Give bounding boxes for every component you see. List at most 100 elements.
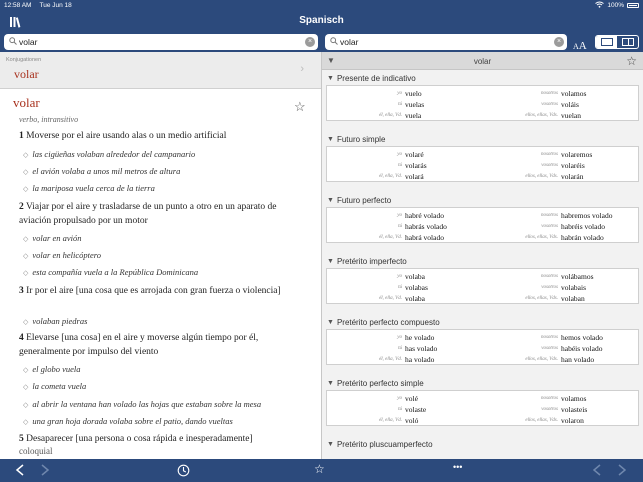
verb-form: han volado — [561, 355, 595, 364]
conjugation-header[interactable]: ▼ volar ☆ — [322, 52, 643, 70]
collapse-triangle-icon[interactable]: ▼ — [327, 319, 334, 326]
view-mode-toggle[interactable] — [595, 35, 639, 49]
tense-header[interactable]: ▼ Pretérito perfecto compuesto — [327, 316, 440, 328]
tense-header[interactable]: ▼ Pretérito pluscuamperfecto — [327, 438, 433, 450]
pronoun: nosotros — [540, 274, 558, 279]
conjugation-pane: ▼ volar ☆ ▼ Presente de indicativo yo vuelo… — [322, 52, 643, 459]
collapse-triangle-icon[interactable]: ▼ — [327, 380, 334, 387]
pronoun: nosotros — [540, 152, 558, 157]
search-row: × × AA — [0, 32, 643, 52]
sense: 2 Viajar por el aire y trasladarse de un… — [19, 202, 277, 226]
conjugation-form: él, ella, Vd. vuela — [322, 110, 421, 121]
conjugation-form: tú volarás — [322, 160, 427, 171]
search-input-left[interactable] — [19, 37, 305, 47]
conjugation-form: yo he volado — [322, 332, 434, 343]
single-pane-icon[interactable] — [596, 36, 617, 48]
favorite-star-icon[interactable]: ☆ — [294, 99, 306, 115]
verb-form: vuela — [405, 111, 422, 120]
tense-header[interactable]: ▼ Pretérito imperfecto — [327, 255, 407, 267]
conjugation-form: tú vuelas — [322, 99, 424, 110]
search-input-right[interactable] — [340, 37, 554, 47]
collapse-triangle-icon[interactable]: ▼ — [327, 258, 334, 265]
pronoun: tú — [398, 407, 402, 412]
search-field-left[interactable]: × — [4, 34, 318, 50]
verb-form: habrá volado — [405, 233, 444, 242]
verb-form: volábamos — [561, 272, 594, 281]
clear-search-left-icon[interactable]: × — [305, 37, 315, 47]
conjugation-form: vosotros habréis volado — [472, 221, 605, 232]
verb-form: volaron — [561, 416, 584, 425]
tense-name: Pretérito imperfecto — [336, 256, 407, 266]
conjugation-form: él, ella, Vd. habrá volado — [322, 232, 444, 243]
prev-arrow-icon[interactable] — [592, 464, 602, 479]
pronoun: ellos, ellas, Vds. — [525, 296, 558, 301]
conjugation-form: él, ella, Vd. volará — [322, 171, 424, 182]
conjugation-form: ellos, ellas, Vds. han volado — [472, 354, 594, 365]
favorite-star-icon[interactable]: ☆ — [626, 54, 637, 68]
verb-form: habéis volado — [561, 344, 603, 353]
chevron-right-icon: › — [300, 63, 304, 75]
conjugation-form: vosotros volabais — [472, 282, 586, 293]
pronoun: yo — [397, 274, 402, 279]
pronoun: él, ella, Vd. — [379, 418, 402, 423]
verb-form: habrás volado — [405, 222, 447, 231]
verb-form: habremos volado — [561, 211, 613, 220]
pronoun: ellos, ellas, Vds. — [525, 113, 558, 118]
conjugation-form: ellos, ellas, Vds. volaban — [472, 293, 584, 304]
tense-name: Futuro perfecto — [336, 195, 392, 205]
status-time: 12:58 AM — [4, 2, 32, 9]
verb-form: volaba — [405, 272, 425, 281]
split-pane-icon[interactable] — [617, 36, 638, 48]
conjugation-form: nosotros hemos volado — [472, 332, 603, 343]
verb-form: volaste — [405, 405, 427, 414]
verb-form: voláis — [561, 100, 579, 109]
pronoun: él, ella, Vd. — [379, 296, 402, 301]
tense-header[interactable]: ▼ Presente de indicativo — [327, 72, 416, 84]
bottom-toolbar: ☆ ••• — [0, 459, 643, 482]
clear-search-right-icon[interactable]: × — [554, 37, 564, 47]
pronoun: ellos, ellas, Vds. — [525, 235, 558, 240]
tense-header[interactable]: ▼ Pretérito perfecto simple — [327, 377, 424, 389]
verb-form: habréis volado — [561, 222, 605, 231]
wifi-icon — [595, 1, 605, 10]
back-arrow-icon[interactable] — [15, 464, 25, 479]
battery-icon — [627, 3, 639, 8]
next-arrow-icon[interactable] — [617, 464, 627, 479]
conjugation-form: él, ella, Vd. volaba — [322, 293, 425, 304]
tense-name: Futuro simple — [336, 134, 386, 144]
verb-form: volasteis — [561, 405, 588, 414]
pronoun: yo — [397, 152, 402, 157]
example: ◇ esta compañía vuela a la República Domi… — [23, 267, 199, 277]
example: ◇ al abrir la ventana han volado las hoja… — [23, 399, 262, 409]
conjugations-row[interactable]: Konjugationen volar › — [0, 52, 321, 89]
headword: volar — [13, 95, 40, 110]
collapse-triangle-icon[interactable]: ▼ — [327, 136, 334, 143]
conjugation-form: yo habré volado — [322, 210, 444, 221]
verb-form: volamos — [561, 89, 587, 98]
collapse-triangle-icon[interactable]: ▼ — [327, 75, 334, 82]
favorites-star-icon[interactable]: ☆ — [314, 462, 325, 476]
tense-header[interactable]: ▼ Futuro simple — [327, 133, 385, 145]
forward-arrow-icon[interactable] — [40, 464, 50, 479]
tense-header[interactable]: ▼ Futuro perfecto — [327, 194, 391, 206]
example: ◇ volaban piedras — [23, 316, 88, 326]
verb-form: volabas — [405, 283, 428, 292]
search-field-right[interactable]: × — [325, 34, 567, 50]
pronoun: ellos, ellas, Vds. — [525, 357, 558, 362]
tense-name: Presente de indicativo — [336, 73, 416, 83]
history-icon[interactable] — [177, 464, 190, 480]
conjugation-form: vosotros voláis — [472, 99, 579, 110]
status-bar: 12:58 AM Tue Jun 18 100% — [0, 0, 643, 11]
conjugation-form: yo volaré — [322, 149, 423, 160]
conjugation-form: ellos, ellas, Vds. volaron — [472, 415, 584, 426]
pronoun: yo — [397, 396, 402, 401]
tense-name: Pretérito perfecto compuesto — [336, 317, 440, 327]
collapse-triangle-icon[interactable]: ▼ — [327, 441, 334, 448]
example: ◇ las cigüeñas volaban alrededor del camp… — [23, 149, 196, 159]
verb-form: hemos volado — [561, 333, 603, 342]
pronoun: él, ella, Vd. — [379, 174, 402, 179]
more-icon[interactable]: ••• — [453, 462, 462, 472]
conjugation-form: ellos, ellas, Vds. volarán — [472, 171, 583, 182]
pronoun: vosotros — [541, 407, 558, 412]
collapse-triangle-icon[interactable]: ▼ — [327, 197, 334, 204]
